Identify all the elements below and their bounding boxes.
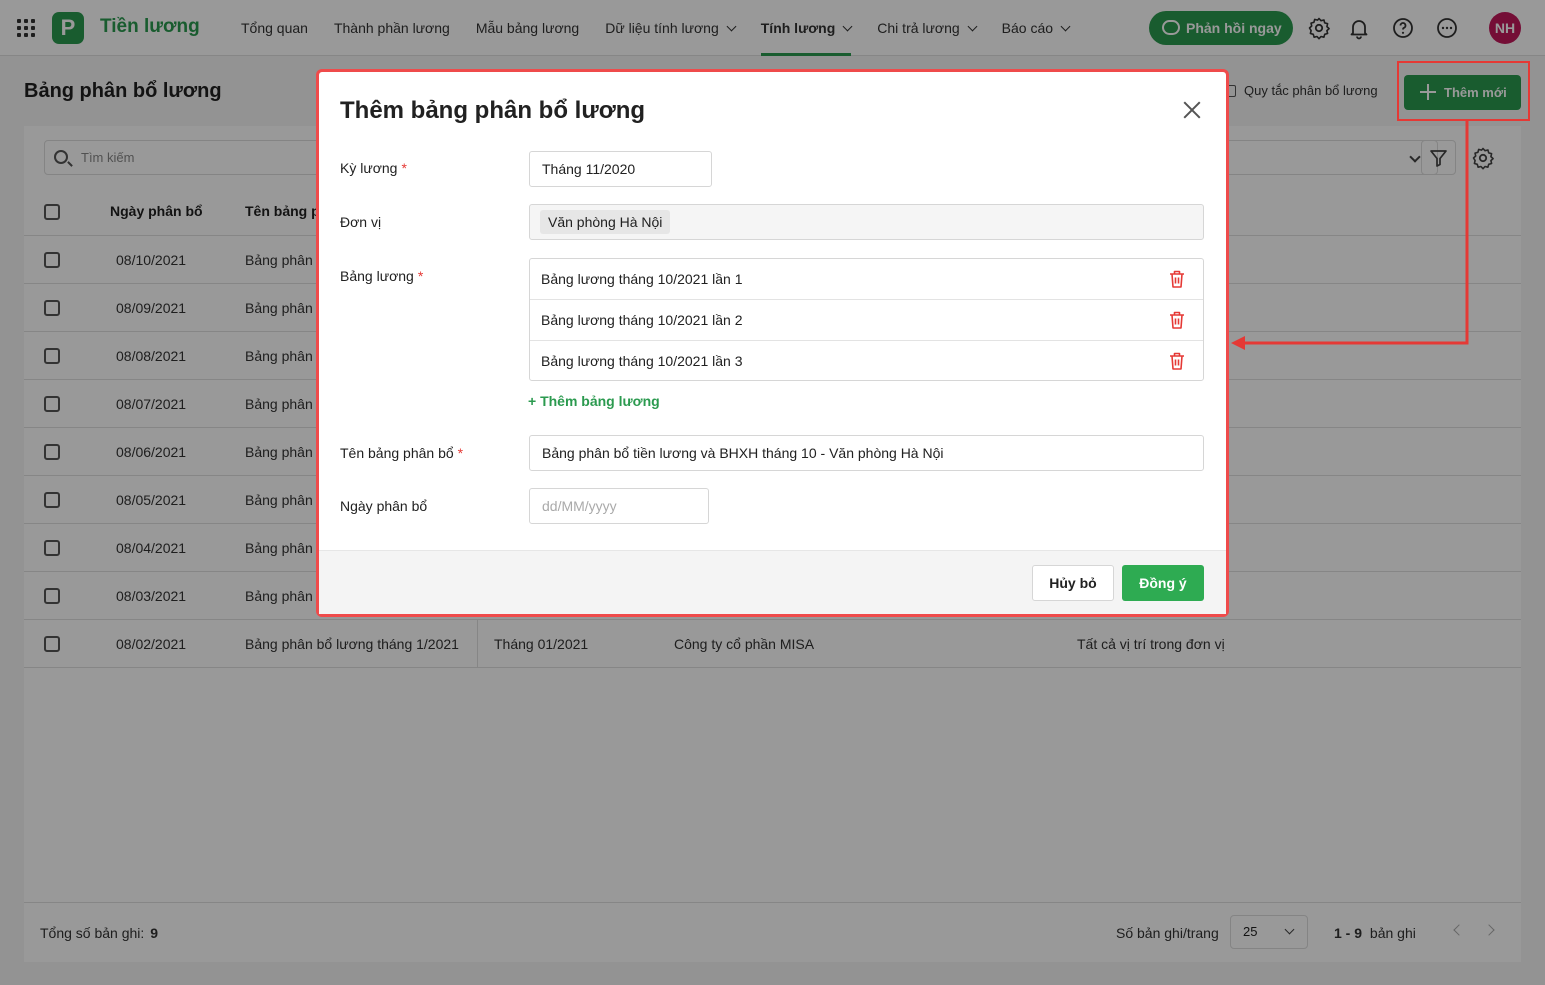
- dialog-title: Thêm bảng phân bổ lương: [340, 97, 646, 124]
- list-item: Bảng lương tháng 10/2021 lần 3: [530, 341, 1203, 382]
- payroll-item-label: Bảng lương tháng 10/2021 lần 2: [541, 312, 743, 328]
- list-item: Bảng lương tháng 10/2021 lần 2: [530, 300, 1203, 341]
- allocation-name-label: Tên bảng phân bổ *: [340, 445, 464, 461]
- add-payroll-link[interactable]: + Thêm bảng lương: [528, 393, 660, 409]
- trash-icon[interactable]: [1169, 270, 1185, 288]
- confirm-button[interactable]: Đồng ý: [1122, 565, 1204, 601]
- dialog-footer: Hủy bỏ Đồng ý: [319, 550, 1226, 614]
- allocation-date-label: Ngày phân bổ: [340, 498, 428, 514]
- close-icon[interactable]: [1183, 101, 1201, 119]
- unit-label: Đơn vị: [340, 214, 382, 230]
- period-field[interactable]: Tháng 11/2020: [529, 151, 712, 187]
- allocation-date-field[interactable]: dd/MM/yyyy: [529, 488, 709, 524]
- cancel-button[interactable]: Hủy bỏ: [1032, 565, 1114, 601]
- payroll-item-label: Bảng lương tháng 10/2021 lần 3: [541, 353, 743, 369]
- period-label: Kỳ lương *: [340, 160, 407, 176]
- trash-icon[interactable]: [1169, 352, 1185, 370]
- payroll-label: Bảng lương *: [340, 268, 424, 284]
- payroll-list: Bảng lương tháng 10/2021 lần 1 Bảng lươn…: [529, 258, 1204, 381]
- payroll-item-label: Bảng lương tháng 10/2021 lần 1: [541, 271, 743, 287]
- allocation-name-field[interactable]: Bảng phân bổ tiền lương và BHXH tháng 10…: [529, 435, 1204, 471]
- add-allocation-dialog: Thêm bảng phân bổ lương Kỳ lương * Tháng …: [319, 72, 1226, 614]
- trash-icon[interactable]: [1169, 311, 1185, 329]
- list-item: Bảng lương tháng 10/2021 lần 1: [530, 259, 1203, 300]
- unit-field: Văn phòng Hà Nội: [529, 204, 1204, 240]
- annotation-highlight-box: [1397, 61, 1530, 121]
- unit-tag: Văn phòng Hà Nội: [540, 210, 671, 234]
